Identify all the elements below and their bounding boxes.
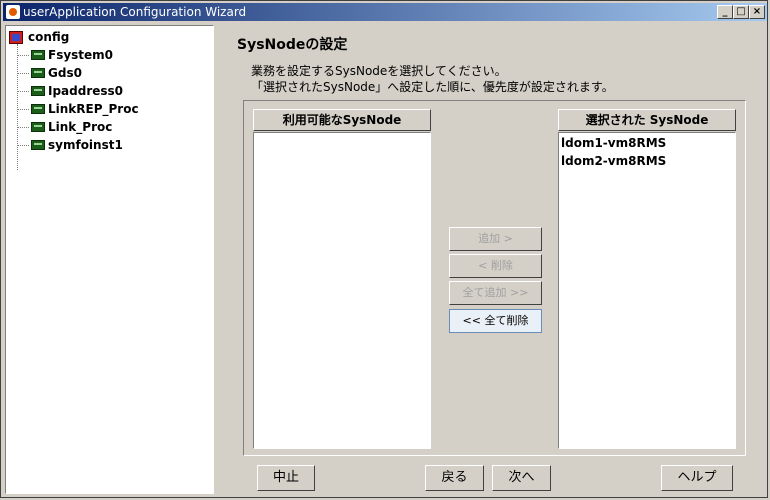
- list-item[interactable]: ldom2-vm8RMS: [561, 154, 666, 168]
- resource-icon: [31, 68, 45, 78]
- remove-button[interactable]: < 削除: [449, 254, 542, 278]
- cancel-button[interactable]: 中止: [257, 465, 315, 491]
- available-sysnode-list[interactable]: [253, 132, 431, 449]
- tree-branch: [18, 73, 29, 74]
- tree-connector-line: [17, 44, 18, 170]
- tree-node-label: config: [28, 30, 70, 44]
- title-bar[interactable]: userApplication Configuration Wizard _ □…: [3, 3, 767, 21]
- tree-branch: [18, 55, 29, 56]
- config-tree-panel[interactable]: config Fsystem0 Gds0 Ipaddress0 LinkREP_…: [5, 25, 214, 494]
- minimize-icon[interactable]: _: [717, 5, 733, 19]
- selected-list-header: 選択された SysNode: [558, 109, 736, 131]
- resource-icon: [31, 86, 45, 96]
- help-button[interactable]: ヘルプ: [661, 465, 733, 491]
- tree-node-label: Gds0: [48, 66, 82, 80]
- config-root-icon: [9, 31, 23, 44]
- close-icon[interactable]: ×: [749, 5, 765, 19]
- next-button[interactable]: 次へ: [492, 465, 551, 491]
- resource-icon: [31, 50, 45, 60]
- window-title: userApplication Configuration Wizard: [23, 5, 247, 19]
- available-list-header: 利用可能なSysNode: [253, 109, 431, 131]
- tree-node-label: Ipaddress0: [48, 84, 124, 98]
- tree-node-label: symfoinst1: [48, 138, 123, 152]
- description-line-1: 業務を設定するSysNodeを選択してください。: [251, 64, 507, 78]
- resource-icon: [31, 104, 45, 114]
- tree-branch: [18, 127, 29, 128]
- tree-node-label: Fsystem0: [48, 48, 114, 62]
- page-title: SysNodeの設定: [237, 37, 348, 53]
- maximize-icon[interactable]: □: [733, 5, 749, 19]
- tree-node-label: Link_Proc: [48, 120, 113, 134]
- back-button[interactable]: 戻る: [425, 465, 484, 491]
- add-all-button[interactable]: 全て追加 >>: [449, 281, 542, 305]
- description-line-2: 「選択されたSysNode」へ設定した順に、優先度が設定されます。: [251, 80, 614, 94]
- java-app-icon: [6, 5, 20, 19]
- sysnode-selection-group: 利用可能なSysNode 追加 > < 削除 全て追加 >> << 全て削除 選…: [243, 100, 746, 456]
- wizard-window: userApplication Configuration Wizard _ □…: [0, 0, 768, 498]
- tree-branch: [18, 145, 29, 146]
- tree-node-label: LinkREP_Proc: [48, 102, 139, 116]
- selected-sysnode-list[interactable]: ldom1-vm8RMS ldom2-vm8RMS: [558, 132, 736, 449]
- list-item[interactable]: ldom1-vm8RMS: [561, 136, 666, 150]
- remove-all-button[interactable]: << 全て削除: [449, 309, 542, 333]
- add-button[interactable]: 追加 >: [449, 227, 542, 251]
- tree-branch: [18, 91, 29, 92]
- resource-icon: [31, 140, 45, 150]
- resource-icon: [31, 122, 45, 132]
- tree-branch: [18, 109, 29, 110]
